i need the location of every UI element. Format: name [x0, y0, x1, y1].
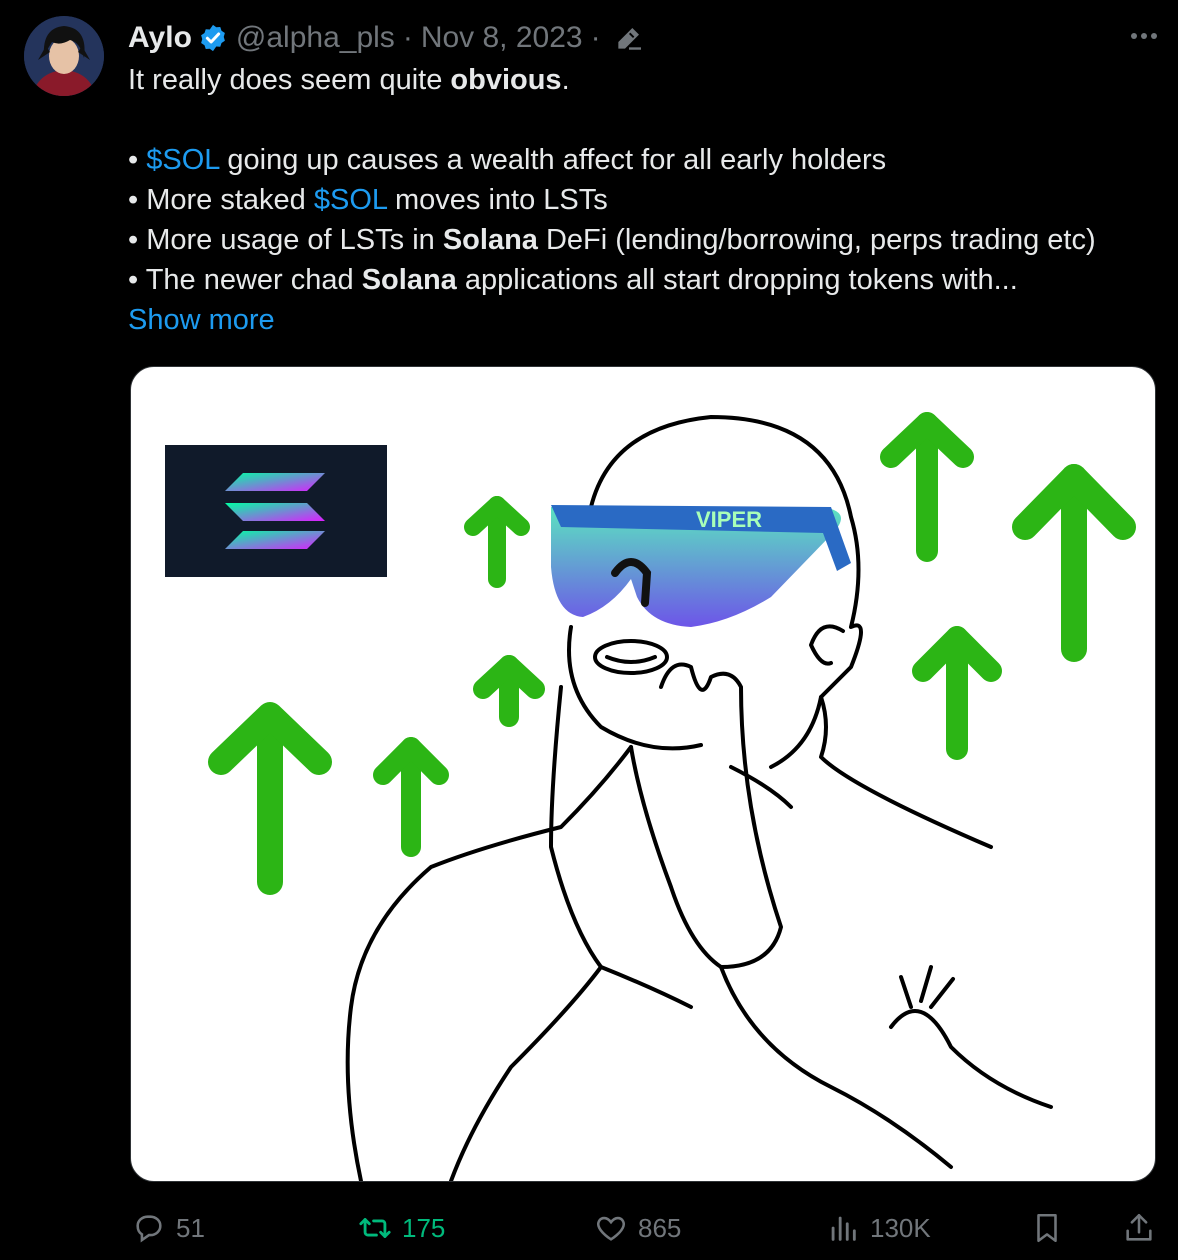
separator-dot: ·: [402, 21, 413, 54]
more-options-icon[interactable]: [1126, 20, 1162, 52]
like-button[interactable]: 865: [594, 1206, 681, 1250]
views-button[interactable]: 130K: [826, 1206, 931, 1250]
bullet-item: • The newer chad Solana applications all…: [128, 264, 1018, 296]
show-more-link[interactable]: Show more: [128, 300, 275, 340]
cashtag-link[interactable]: $SOL: [146, 144, 219, 176]
avatar-image: [24, 16, 104, 96]
reply-count: 51: [176, 1212, 205, 1243]
bullet-item: • $SOL going up causes a wealth affect f…: [128, 144, 887, 176]
bullet-item: • More usage of LSTs in Solana DeFi (len…: [128, 224, 1096, 256]
bookmark-icon: [1037, 1213, 1057, 1243]
repost-button[interactable]: 175: [358, 1206, 445, 1250]
separator-dot: ·: [590, 21, 601, 54]
cashtag-link[interactable]: $SOL: [314, 184, 387, 216]
viper-sunglasses: VIPER: [551, 505, 851, 627]
avatar[interactable]: [24, 16, 104, 96]
bookmark-button[interactable]: [1030, 1206, 1064, 1250]
share-button[interactable]: [1122, 1206, 1156, 1250]
heart-icon: [597, 1216, 625, 1241]
view-count: 130K: [870, 1212, 931, 1243]
bullet-item: • More staked $SOL moves into LSTs: [128, 184, 608, 216]
tweet-line: It really does seem quite obvious.: [128, 64, 570, 96]
author-name[interactable]: Aylo: [128, 21, 192, 55]
solana-logo: [165, 445, 387, 577]
tweet-image[interactable]: VIPER: [130, 366, 1156, 1182]
edited-pencil-icon[interactable]: [613, 22, 645, 54]
meme-illustration: VIPER: [165, 412, 1136, 1181]
glasses-brand-text: VIPER: [696, 507, 762, 532]
reply-icon: [136, 1215, 162, 1243]
tweet-header: Aylo @alpha_pls · Nov 8, 2023 ·: [128, 16, 645, 60]
reply-button[interactable]: 51: [132, 1206, 205, 1250]
tweet-text: It really does seem quite obvious. • $SO…: [128, 60, 1158, 340]
action-bar: 51 175 865 130K: [128, 1206, 1158, 1250]
tweet-date[interactable]: Nov 8, 2023: [421, 21, 583, 55]
like-count: 865: [638, 1212, 682, 1243]
verified-badge-icon[interactable]: [198, 23, 228, 53]
views-chart-icon: [831, 1216, 856, 1241]
repost-icon: [359, 1218, 391, 1238]
author-handle[interactable]: @alpha_pls: [236, 21, 395, 55]
repost-count: 175: [402, 1212, 446, 1243]
share-icon: [1126, 1213, 1152, 1241]
